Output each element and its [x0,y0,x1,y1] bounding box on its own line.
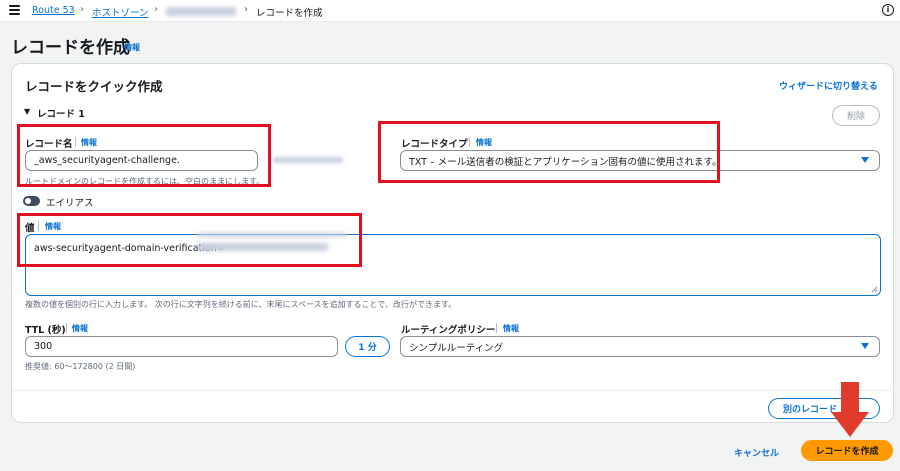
record-name-input[interactable]: _aws_securityagent-challenge. [25,150,258,171]
switch-to-wizard-link[interactable]: ウィザードに切り替える [779,79,878,92]
label-separator [66,323,67,333]
label-separator [496,323,497,333]
create-record-button[interactable]: レコードを作成 [801,440,893,461]
breadcrumb-current: レコードを作成 [256,8,323,19]
label-separator [75,137,76,147]
ttl-1-minute-button[interactable]: 1 分 [345,336,390,357]
record-name-label: レコード名 [25,139,73,150]
label-separator [38,221,39,231]
breadcrumb-domain-redacted[interactable] [166,7,236,16]
ttl-label: TTL (秒) [25,325,66,336]
resize-grip-icon[interactable] [871,286,878,293]
ttl-input[interactable]: 300 [25,336,338,357]
record-name-info-link[interactable]: 情報 [81,137,97,148]
value-info-link[interactable]: 情報 [45,221,61,232]
routing-policy-select[interactable]: シンプルルーティング [400,336,880,357]
card-divider [11,390,894,391]
value-hint: 複数の値を個別の行に入力します。 次の行に文字列を続ける前に、末尾にスペースを追… [25,300,457,309]
breadcrumb-separator-icon: › [80,4,84,15]
card-title: レコードをクイック作成 [25,79,163,94]
record-group-label[interactable]: レコード 1 [37,106,85,120]
breadcrumb-route53[interactable]: Route 53 [32,5,75,16]
ttl-hint: 推奨値: 60～172800 (2 日間) [25,362,136,371]
routing-policy-value: シンプルルーティング [409,342,504,354]
cancel-button[interactable]: キャンセル [734,446,779,459]
record-type-value: TXT – メール送信者の検証とアプリケーション固有の値に使用されます。 [409,156,722,168]
value-label: 値 [25,223,35,234]
value-redacted-highlight [197,233,347,237]
breadcrumb-separator-icon: › [154,4,158,15]
triangle-down-icon[interactable]: ▼ [24,107,30,116]
label-separator [469,137,470,147]
alias-label: エイリアス [46,198,94,209]
caret-down-icon [861,157,869,163]
page-info-link[interactable]: 情報 [124,42,140,53]
caret-down-icon [861,343,869,349]
ttl-info-link[interactable]: 情報 [72,323,88,334]
alias-toggle[interactable] [23,196,40,206]
record-type-label: レコードタイプ [401,139,468,150]
breadcrumb-separator-icon: › [244,4,248,15]
info-circle-icon[interactable]: i [882,4,894,16]
value-textarea[interactable]: aws-securityagent-domain-verification= [25,234,881,296]
value-token-redacted [198,243,328,251]
breadcrumb-hosted-zones[interactable]: ホストゾーン [92,5,149,19]
page-title: レコードを作成 [11,38,130,58]
delete-button[interactable]: 削除 [832,105,880,126]
domain-suffix-redacted [273,157,343,163]
routing-policy-label: ルーティングポリシー [401,325,496,336]
routing-policy-info-link[interactable]: 情報 [503,323,519,334]
hamburger-menu-icon[interactable] [9,5,20,15]
record-type-info-link[interactable]: 情報 [476,137,492,148]
red-down-arrow-icon [831,382,869,437]
record-name-hint: ルートドメインのレコードを作成するには、空白のままにします。 [25,177,265,186]
value-text: aws-securityagent-domain-verification= [34,243,225,254]
record-type-select[interactable]: TXT – メール送信者の検証とアプリケーション固有の値に使用されます。 [400,150,880,171]
